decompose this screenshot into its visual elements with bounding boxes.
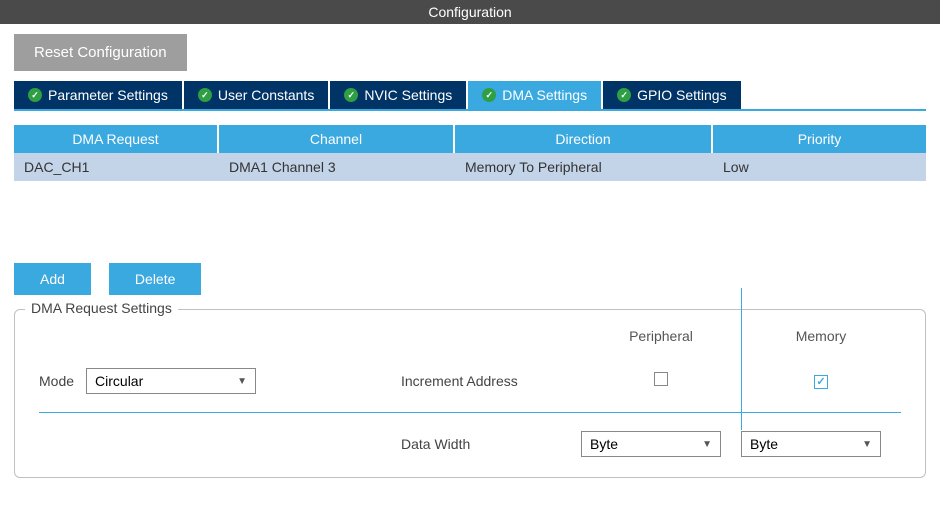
table-row[interactable]: DAC_CH1 DMA1 Channel 3 Memory To Periphe… [14,153,926,181]
tab-label: GPIO Settings [637,87,726,103]
cell-channel: DMA1 Channel 3 [219,153,455,181]
tab-label: DMA Settings [502,87,587,103]
mode-value: Circular [95,373,143,389]
tab-nvic-settings[interactable]: NVIC Settings [330,81,468,109]
reset-configuration-button[interactable]: Reset Configuration [14,34,187,71]
cell-request: DAC_CH1 [14,153,219,181]
fieldset-legend: DMA Request Settings [25,300,178,316]
cell-direction: Memory To Peripheral [455,153,713,181]
window-title-bar: Configuration [0,0,940,24]
check-icon [344,88,358,102]
tab-bar: Parameter Settings User Constants NVIC S… [14,81,926,111]
increment-peripheral-checkbox[interactable] [654,372,668,386]
chevron-down-icon: ▼ [237,376,247,387]
data-width-label: Data Width [401,436,581,452]
data-width-peripheral-select[interactable]: Byte ▼ [581,431,721,457]
tab-label: NVIC Settings [364,87,452,103]
tab-parameter-settings[interactable]: Parameter Settings [14,81,184,109]
dma-request-settings-panel: DMA Request Settings Peripheral Memory M… [14,309,926,478]
cell-priority: Low [713,153,926,181]
check-icon [198,88,212,102]
chevron-down-icon: ▼ [862,439,872,450]
increment-address-label: Increment Address [401,373,581,389]
window-title: Configuration [428,4,511,20]
check-icon [482,88,496,102]
check-icon [617,88,631,102]
mode-label: Mode [39,373,74,389]
col-header-channel: Channel [219,125,455,153]
add-button[interactable]: Add [14,263,91,295]
data-width-memory-value: Byte [750,436,778,452]
data-width-memory-select[interactable]: Byte ▼ [741,431,881,457]
vertical-divider [741,288,742,430]
col-header-memory: Memory [741,328,901,350]
tab-user-constants[interactable]: User Constants [184,81,330,109]
check-icon [28,88,42,102]
col-header-request: DMA Request [14,125,219,153]
col-header-direction: Direction [455,125,713,153]
col-header-peripheral: Peripheral [581,328,741,350]
tab-gpio-settings[interactable]: GPIO Settings [603,81,742,109]
col-header-priority: Priority [713,125,926,153]
tab-label: User Constants [218,87,314,103]
table-header-row: DMA Request Channel Direction Priority [14,125,926,153]
tab-label: Parameter Settings [48,87,168,103]
data-width-peripheral-value: Byte [590,436,618,452]
delete-button[interactable]: Delete [109,263,201,295]
horizontal-divider [39,412,901,413]
mode-select[interactable]: Circular ▼ [86,368,256,394]
chevron-down-icon: ▼ [702,439,712,450]
increment-memory-checkbox[interactable] [814,375,828,389]
dma-table: DMA Request Channel Direction Priority D… [14,125,926,181]
tab-dma-settings[interactable]: DMA Settings [468,81,603,109]
